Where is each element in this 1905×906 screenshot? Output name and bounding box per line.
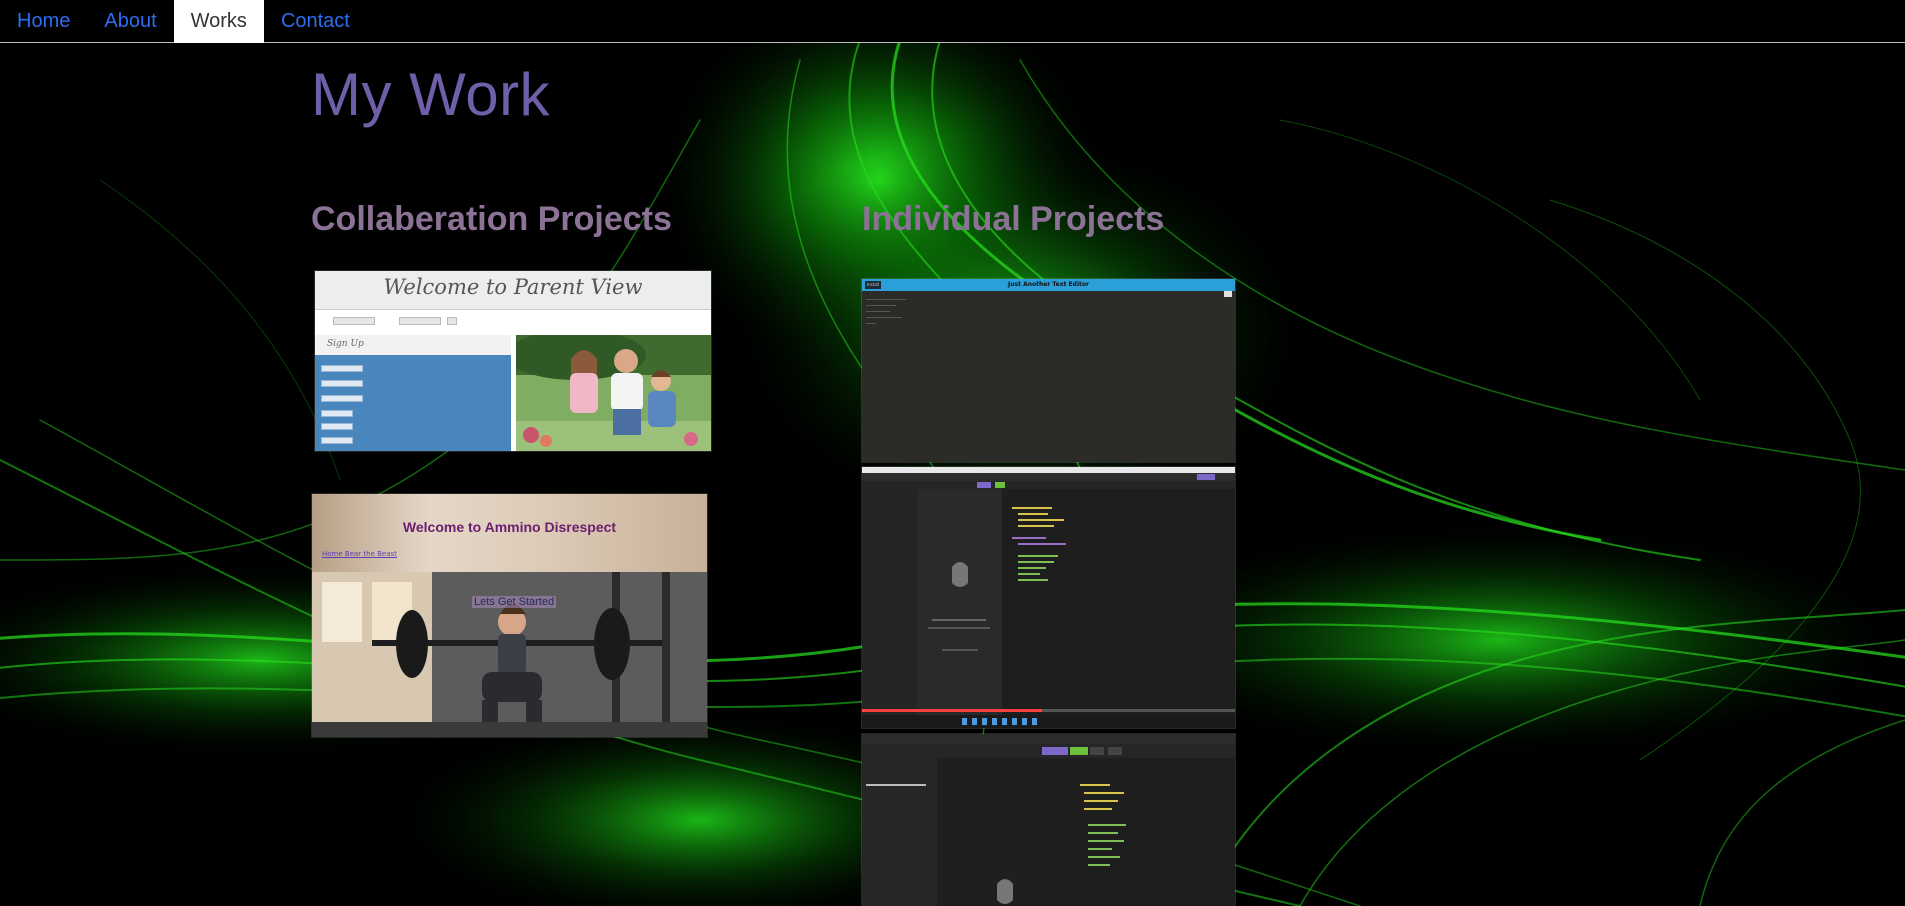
text-editor-install-button: Install xyxy=(865,281,881,289)
parent-view-signup-label: Sign Up xyxy=(327,339,364,349)
text-editor-title: Just Another Text Editor xyxy=(1008,281,1089,288)
parent-view-login-row xyxy=(319,317,709,325)
text-editor-project-thumbnail[interactable]: Just Another Text Editor Install xyxy=(862,279,1235,462)
works-content: My Work Collaberation Projects Individua… xyxy=(0,0,1905,906)
ammino-title: Welcome to Ammino Disrespect xyxy=(402,519,617,535)
family-photo-icon xyxy=(516,335,711,451)
top-navigation: Home About Works Contact xyxy=(0,0,1905,43)
nav-works[interactable]: Works xyxy=(173,0,264,43)
ammino-home-link[interactable]: Home Bear the Beast xyxy=(322,550,397,558)
page-title: My Work xyxy=(311,61,551,128)
api-client-screenshot-icon xyxy=(862,734,1235,906)
parent-view-signup-form xyxy=(315,355,511,451)
debugger-screenshot-icon xyxy=(862,467,1235,728)
collaboration-heading: Collaberation Projects xyxy=(311,200,672,238)
ammino-project-thumbnail[interactable]: Welcome to Ammino Disrespect Home Bear t… xyxy=(312,494,707,737)
api-client-project-thumbnail[interactable] xyxy=(862,734,1235,906)
parent-view-title: Welcome to Parent View xyxy=(383,275,643,299)
nav-contact[interactable]: Contact xyxy=(264,0,367,43)
nav-about[interactable]: About xyxy=(87,0,173,43)
ammino-get-started-button[interactable]: Lets Get Started xyxy=(472,596,557,608)
nav-home[interactable]: Home xyxy=(0,0,87,43)
individual-heading: Individual Projects xyxy=(862,200,1165,238)
debugger-project-thumbnail[interactable] xyxy=(862,467,1235,728)
text-editor-body-icon xyxy=(862,291,1235,462)
parent-view-project-thumbnail[interactable]: Welcome to Parent View Sign Up xyxy=(315,271,711,451)
